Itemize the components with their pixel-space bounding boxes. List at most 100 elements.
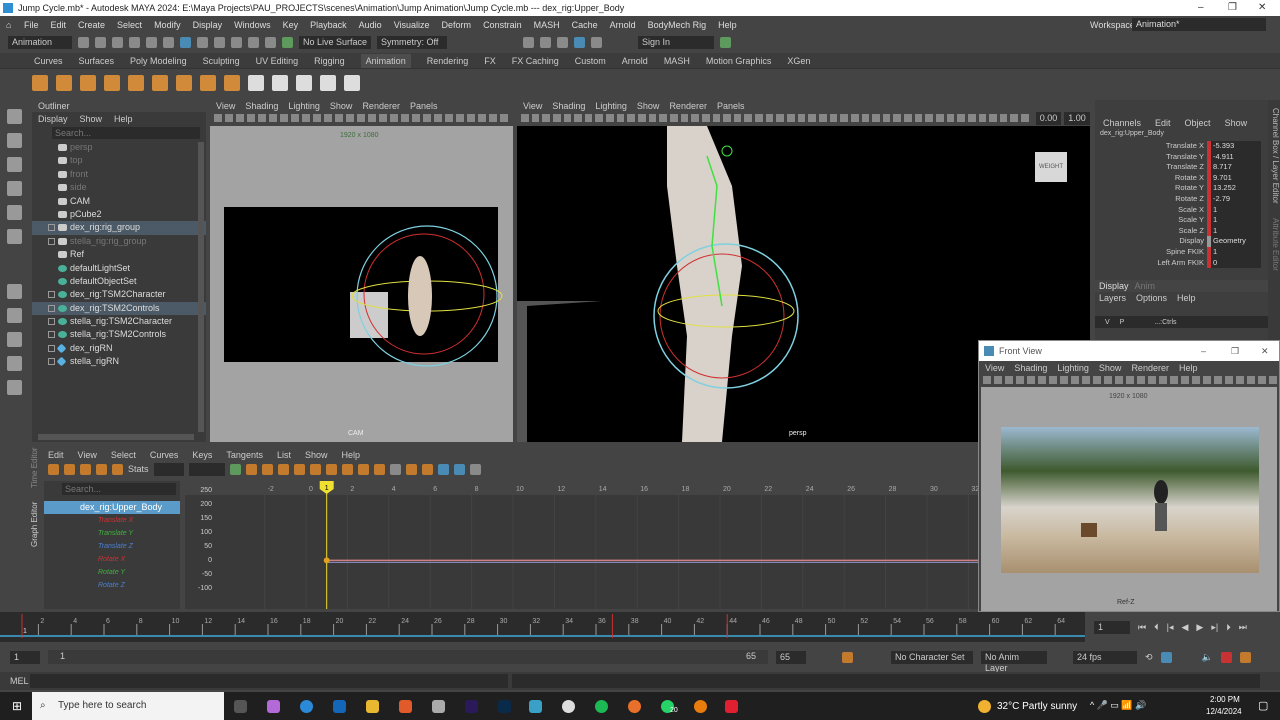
auto-key-icon[interactable]	[1220, 651, 1232, 663]
layer-playback-toggle[interactable]: P	[1120, 319, 1125, 326]
notifications-icon[interactable]: ▢	[1258, 699, 1268, 712]
vp-menu-panels[interactable]: Panels	[717, 101, 745, 111]
shelf-tab-uv-editing[interactable]: UV Editing	[256, 56, 299, 66]
outliner-item[interactable]: defaultLightSet	[32, 262, 206, 275]
hypershade-icon[interactable]	[574, 37, 586, 48]
play-forwards-icon[interactable]: ▶	[1196, 622, 1203, 633]
layers-menu-options[interactable]: Options	[1136, 293, 1167, 303]
vp-menu-shading[interactable]: Shading	[245, 101, 278, 111]
pause-icon[interactable]	[591, 37, 603, 48]
channel-row[interactable]: Spine FKIK 1	[1095, 246, 1268, 258]
sign-in-dropdown[interactable]: Sign In	[638, 36, 715, 49]
stats-frame-field[interactable]	[153, 462, 184, 476]
edge-icon[interactable]	[300, 700, 313, 713]
step-forward-key-icon[interactable]: ▸|	[1211, 622, 1218, 633]
viewport-toolbar[interactable]	[210, 112, 513, 124]
buffer-curve-icon[interactable]	[389, 463, 401, 475]
go-to-end-icon[interactable]: ⏭	[1239, 622, 1247, 633]
tangent-clamped-icon[interactable]	[325, 463, 337, 475]
expand-icon[interactable]	[48, 318, 55, 326]
channel-row[interactable]: Rotate Y 13.252	[1095, 183, 1268, 194]
range-bar[interactable]: 1 65	[48, 650, 768, 664]
firefox-icon[interactable]	[628, 700, 641, 713]
stats-value-field[interactable]	[188, 462, 225, 476]
frame-playback-icon[interactable]	[261, 463, 273, 475]
home-icon[interactable]: ⌂	[6, 20, 11, 30]
toggle-icon[interactable]	[229, 463, 241, 475]
curve-list-item[interactable]: Translate X	[44, 514, 180, 527]
shelf-tool-icon[interactable]	[32, 75, 48, 91]
curve-list-item[interactable]: Rotate X	[44, 553, 180, 566]
play-backwards-icon[interactable]: ◀	[1181, 622, 1188, 633]
region-tool-icon[interactable]	[96, 463, 107, 475]
normalize-icon[interactable]	[437, 463, 449, 475]
paint-select-icon[interactable]	[7, 157, 22, 172]
channel-box-tab[interactable]: Channel Box / Layer Editor	[1271, 100, 1280, 204]
outliner-item[interactable]: CAM	[32, 195, 206, 208]
recorder-icon[interactable]	[725, 700, 738, 713]
bookmark-icon[interactable]	[842, 651, 853, 663]
display-layer-name[interactable]: ...:Ctrls	[1154, 319, 1176, 326]
outliner-item[interactable]: stella_rigRN	[32, 355, 206, 368]
vp-menu-view[interactable]: View	[523, 101, 542, 111]
channel-row[interactable]: Rotate Z -2.79	[1095, 193, 1268, 205]
menu-windows[interactable]: Windows	[234, 20, 271, 30]
channel-value[interactable]: 0	[1211, 257, 1261, 269]
select-component-icon[interactable]	[197, 37, 208, 48]
graph-menu-tangents[interactable]: Tangents	[226, 450, 263, 460]
shelf-tool-icon[interactable]	[128, 75, 144, 91]
cache-playback-icon[interactable]	[1160, 651, 1172, 663]
shelf-tab-motion-graphics[interactable]: Motion Graphics	[706, 56, 772, 66]
outlook-icon[interactable]	[333, 700, 346, 713]
snap-grid-icon[interactable]	[214, 37, 225, 48]
outliner-menu-show[interactable]: Show	[80, 114, 103, 124]
shelf-tab-sculpting[interactable]: Sculpting	[203, 56, 240, 66]
vp-menu-lighting[interactable]: Lighting	[288, 101, 320, 111]
graph-menu-curves[interactable]: Curves	[150, 450, 179, 460]
vp-menu-renderer[interactable]: Renderer	[669, 101, 707, 111]
curve-list-item[interactable]: Translate Z	[44, 540, 180, 553]
menu-modify[interactable]: Modify	[154, 20, 181, 30]
minimize-button[interactable]: –	[1198, 0, 1204, 16]
tangent-auto-icon[interactable]	[293, 463, 305, 475]
vp-menu-panels[interactable]: Panels	[410, 101, 438, 111]
channel-value[interactable]: -2.79	[1211, 193, 1261, 205]
channel-value[interactable]: 1	[1211, 246, 1261, 258]
live-surface-field[interactable]: No Live Surface	[299, 36, 372, 49]
weight-hud-button[interactable]: WEIGHT	[1035, 152, 1067, 182]
graph-canvas[interactable]: -202468101214161820222426283032342502001…	[185, 481, 1021, 609]
front-viewport-canvas[interactable]: 1920 x 1080 Ref-Z	[981, 387, 1277, 611]
channel-row[interactable]: Translate Z 8.717	[1095, 162, 1268, 173]
shelf-tab-mash[interactable]: MASH	[664, 56, 690, 66]
graph-editor-tab[interactable]: Graph Editor	[30, 502, 43, 547]
render-settings-icon[interactable]	[557, 37, 569, 48]
menu-edit[interactable]: Edit	[51, 20, 67, 30]
single-perspective-layout-icon[interactable]	[7, 284, 22, 299]
fv-menu-help[interactable]: Help	[1179, 363, 1198, 373]
outliner-item[interactable]: defaultObjectSet	[32, 275, 206, 288]
menu-mash[interactable]: MASH	[534, 20, 560, 30]
snap-view-icon[interactable]	[265, 37, 276, 48]
file-explorer-icon[interactable]	[366, 700, 379, 713]
far-clip-field[interactable]: 1.00	[1064, 111, 1090, 125]
expand-icon[interactable]	[48, 358, 55, 366]
outliner-item[interactable]: front	[32, 168, 206, 181]
shelf-tool-icon[interactable]	[248, 75, 264, 91]
fv-menu-view[interactable]: View	[985, 363, 1004, 373]
channel-row[interactable]: Scale Z 1	[1095, 225, 1268, 237]
weather-text[interactable]: 32°C Partly sunny	[997, 701, 1077, 712]
shelf-tool-icon[interactable]	[176, 75, 192, 91]
vp-menu-renderer[interactable]: Renderer	[362, 101, 400, 111]
outliner-item[interactable]: stella_rig:TSM2Character	[32, 315, 206, 328]
fps-dropdown[interactable]: 24 fps	[1073, 650, 1137, 664]
menu-display[interactable]: Display	[193, 20, 223, 30]
clock-date[interactable]: 12/4/2024	[1206, 707, 1242, 716]
outliner-menu-display[interactable]: Display	[38, 114, 68, 124]
copilot-icon[interactable]	[267, 700, 280, 713]
outliner-menu-help[interactable]: Help	[114, 114, 133, 124]
graph-search-input[interactable]: Search...	[62, 483, 176, 495]
move-tool-icon[interactable]	[7, 181, 22, 196]
fv-menu-renderer[interactable]: Renderer	[1131, 363, 1169, 373]
graph-menu-edit[interactable]: Edit	[48, 450, 64, 460]
outliner-item[interactable]: dex_rig:TSM2Controls	[32, 301, 206, 316]
